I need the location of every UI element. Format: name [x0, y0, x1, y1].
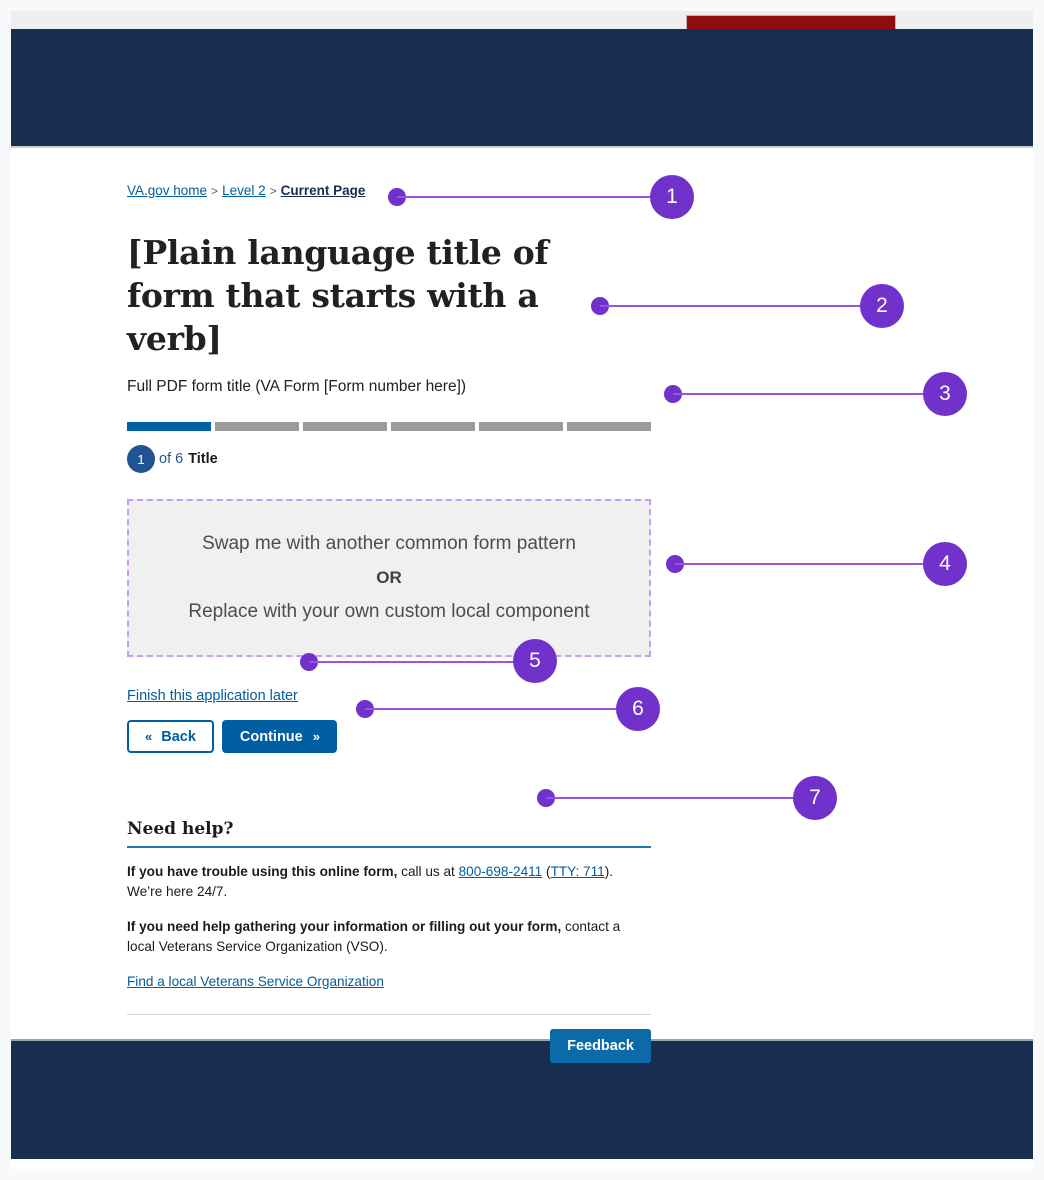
progress-segment: [303, 422, 387, 431]
breadcrumb: VA.gov home > Level 2 > Current Page: [127, 181, 663, 201]
step-title-label: Title: [188, 451, 218, 467]
find-vso-link[interactable]: Find a local Veterans Service Organizati…: [127, 972, 384, 992]
need-help-p1-text-b: (: [542, 863, 551, 879]
step-number-badge: 1: [127, 445, 155, 473]
breadcrumb-separator: >: [269, 184, 277, 198]
tty-link[interactable]: TTY: 711: [551, 864, 605, 879]
continue-button[interactable]: Continue »: [221, 720, 337, 753]
continue-button-label: Continue: [239, 728, 303, 745]
breadcrumb-item-current[interactable]: Current Page: [281, 183, 366, 198]
need-help-paragraph-2: If you need help gathering your informat…: [127, 917, 639, 957]
pattern-placeholder-line2: Replace with your own custom local compo…: [188, 601, 590, 622]
pattern-placeholder-or: OR: [376, 568, 402, 587]
need-help-p2-bold: If you need help gathering your informat…: [127, 918, 562, 934]
pdf-form-subtitle: Full PDF form title (VA Form [Form numbe…: [127, 378, 467, 395]
breadcrumb-item-home[interactable]: VA.gov home: [127, 183, 207, 198]
progress-segment: [215, 422, 299, 431]
chevron-left-icon: «: [145, 729, 152, 744]
chevron-right-icon: »: [312, 729, 320, 744]
breadcrumb-item-level2[interactable]: Level 2: [222, 183, 266, 198]
phone-link[interactable]: 800-698-2411: [459, 864, 543, 879]
progress-segment: [479, 422, 563, 431]
main-content: VA.gov home > Level 2 > Current Page [Plain …: [127, 181, 663, 1063]
step-indicator: 1 of 6 Title: [127, 445, 663, 473]
need-help-p1-bold: If you have trouble using this online fo…: [127, 863, 398, 879]
breadcrumb-separator: >: [211, 184, 219, 198]
need-help-section: Need help? If you have trouble using thi…: [127, 819, 663, 1014]
pattern-placeholder-line1: Swap me with another common form pattern: [202, 533, 576, 554]
need-help-heading: Need help?: [127, 819, 651, 848]
nav-buttons: « Back Continue »: [127, 720, 663, 753]
page-title: [Plain language title of form that start…: [127, 233, 549, 358]
back-button[interactable]: « Back: [127, 720, 214, 753]
need-help-p1-text-a: call us at: [397, 863, 459, 879]
pattern-placeholder-box: Swap me with another common form pattern…: [127, 499, 651, 657]
step-of-label: of 6: [159, 451, 184, 467]
progress-segment: [567, 422, 651, 431]
progress-segment: [127, 422, 211, 431]
site-header: [11, 29, 1033, 148]
feedback-button[interactable]: Feedback: [550, 1028, 651, 1063]
progress-bar: [127, 422, 651, 431]
back-button-label: Back: [161, 728, 196, 745]
need-help-paragraph-1: If you have trouble using this online fo…: [127, 862, 639, 902]
progress-segment: [391, 422, 475, 431]
page-shell: VA.gov home > Level 2 > Current Page [Plain …: [11, 11, 1033, 1169]
finish-later-link[interactable]: Finish this application later: [127, 688, 298, 704]
feedback-row: Feedback: [127, 1013, 651, 1063]
